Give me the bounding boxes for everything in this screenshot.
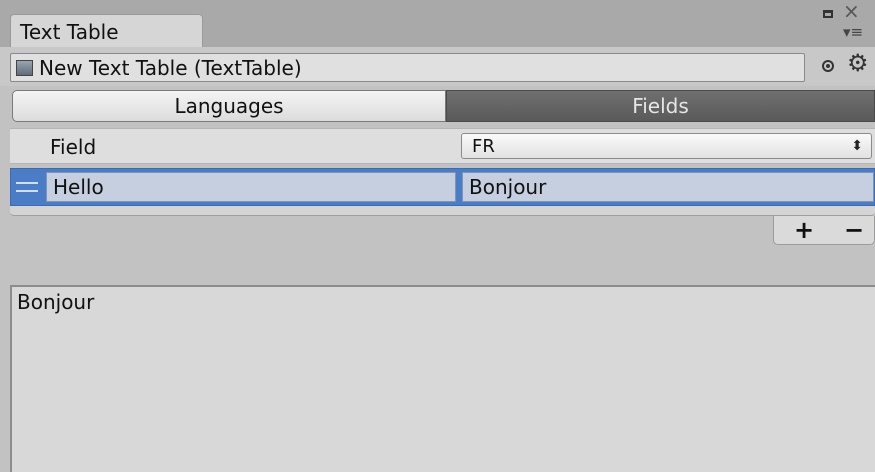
tab-menu-icon[interactable]: ▾≡: [843, 24, 863, 40]
asset-icon: [16, 60, 33, 76]
remove-row-button[interactable]: −: [844, 217, 864, 243]
preview-text: Bonjour: [17, 290, 95, 314]
drag-handle-icon[interactable]: [16, 182, 38, 192]
window-titlebar: Text Table × ▾≡: [0, 0, 875, 47]
language-select[interactable]: FR ⬍: [461, 133, 872, 159]
list-footer: + −: [773, 216, 875, 245]
object-field[interactable]: New Text Table (TextTable): [10, 53, 805, 82]
object-header-row: New Text Table (TextTable) ⚙: [0, 47, 875, 86]
language-select-value: FR: [472, 136, 495, 157]
text-preview-area[interactable]: Bonjour: [10, 285, 875, 472]
gear-icon[interactable]: ⚙: [847, 48, 869, 78]
tab-fields[interactable]: Fields: [446, 90, 875, 122]
text-table-editor-window: Text Table × ▾≡ New Text Table (TextTabl…: [0, 0, 875, 472]
object-picker-icon[interactable]: [822, 60, 834, 72]
toolbar: Languages Fields: [0, 86, 875, 126]
maximize-icon[interactable]: [823, 10, 833, 18]
field-column-header: Field: [50, 135, 97, 159]
close-icon[interactable]: ×: [843, 1, 860, 21]
table-row[interactable]: Hello Bonjour: [10, 168, 875, 206]
editor-tab[interactable]: Text Table: [10, 14, 203, 47]
add-row-button[interactable]: +: [794, 217, 814, 243]
list-bottom: [10, 206, 875, 216]
object-name: New Text Table (TextTable): [39, 56, 302, 80]
window-controls: × ▾≡: [819, 1, 869, 46]
table-header-row: Field FR ⬍: [10, 128, 875, 164]
updown-arrow-icon: ⬍: [851, 138, 863, 154]
editor-tab-title: Text Table: [20, 20, 119, 44]
field-value-input[interactable]: Bonjour: [462, 172, 874, 202]
tab-languages[interactable]: Languages: [12, 90, 446, 122]
field-key-input[interactable]: Hello: [46, 172, 456, 202]
